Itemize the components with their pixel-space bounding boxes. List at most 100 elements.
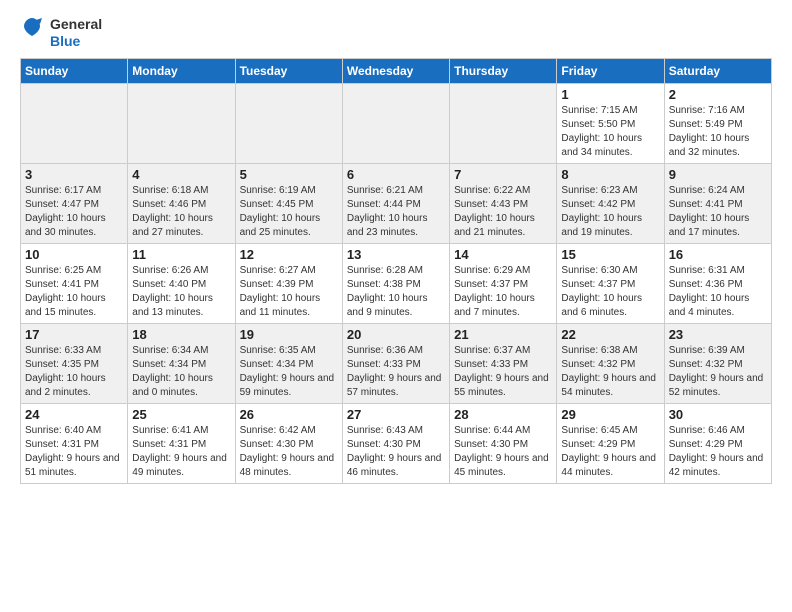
calendar-cell: 15Sunrise: 6:30 AM Sunset: 4:37 PM Dayli… <box>557 243 664 323</box>
calendar-header-row: SundayMondayTuesdayWednesdayThursdayFrid… <box>21 58 772 83</box>
day-number: 17 <box>25 327 123 342</box>
header-thursday: Thursday <box>450 58 557 83</box>
day-number: 4 <box>132 167 230 182</box>
day-number: 9 <box>669 167 767 182</box>
calendar-cell <box>450 83 557 163</box>
calendar-cell: 26 Sunrise: 6:42 AM Sunset: 4:30 PM Dayli… <box>235 403 342 483</box>
day-number: 2 <box>669 87 767 102</box>
day-number: 22 <box>561 327 659 342</box>
day-number: 19 <box>240 327 338 342</box>
day-number: 10 <box>25 247 123 262</box>
day-number: 21 <box>454 327 552 342</box>
calendar-cell: 27 Sunrise: 6:43 AM Sunset: 4:30 PM Dayli… <box>342 403 449 483</box>
header-saturday: Saturday <box>664 58 771 83</box>
day-number: 6 <box>347 167 445 182</box>
day-info: Sunrise: 6:34 AM Sunset: 4:34 PM Dayligh… <box>132 344 230 400</box>
day-number: 5 <box>240 167 338 182</box>
day-info: Sunrise: 6:45 AM Sunset: 4:29 PM Dayligh… <box>561 424 659 480</box>
calendar-cell: 1Sunrise: 7:15 AM Sunset: 5:50 PM Daylig… <box>557 83 664 163</box>
day-number: 24 <box>25 407 123 422</box>
day-info: Sunrise: 6:31 AM Sunset: 4:36 PM Dayligh… <box>669 264 767 320</box>
day-number: 25 <box>132 407 230 422</box>
day-info: Sunrise: 6:39 AM Sunset: 4:32 PM Dayligh… <box>669 344 767 400</box>
day-info: Sunrise: 6:35 AM Sunset: 4:34 PM Dayligh… <box>240 344 338 400</box>
day-number: 27 <box>347 407 445 422</box>
day-info: Sunrise: 6:36 AM Sunset: 4:33 PM Dayligh… <box>347 344 445 400</box>
logo-text-blue: Blue <box>50 33 102 50</box>
day-number: 13 <box>347 247 445 262</box>
day-info: Sunrise: 6:38 AM Sunset: 4:32 PM Dayligh… <box>561 344 659 400</box>
calendar-cell: 20 Sunrise: 6:36 AM Sunset: 4:33 PM Dayli… <box>342 323 449 403</box>
calendar-cell: 10 Sunrise: 6:25 AM Sunset: 4:41 PM Dayli… <box>21 243 128 323</box>
calendar-cell: 21 Sunrise: 6:37 AM Sunset: 4:33 PM Dayli… <box>450 323 557 403</box>
day-info: Sunrise: 6:26 AM Sunset: 4:40 PM Dayligh… <box>132 264 230 320</box>
calendar-cell: 19 Sunrise: 6:35 AM Sunset: 4:34 PM Dayli… <box>235 323 342 403</box>
calendar-cell: 5Sunrise: 6:19 AM Sunset: 4:45 PM Daylig… <box>235 163 342 243</box>
day-number: 14 <box>454 247 552 262</box>
calendar-week-1: 1Sunrise: 7:15 AM Sunset: 5:50 PM Daylig… <box>21 83 772 163</box>
page-container: General Blue SundayMondayTuesdayWednesda… <box>0 0 792 494</box>
day-number: 7 <box>454 167 552 182</box>
calendar-cell: 29Sunrise: 6:45 AM Sunset: 4:29 PM Dayli… <box>557 403 664 483</box>
day-info: Sunrise: 6:41 AM Sunset: 4:31 PM Dayligh… <box>132 424 230 480</box>
day-info: Sunrise: 6:42 AM Sunset: 4:30 PM Dayligh… <box>240 424 338 480</box>
calendar-cell: 25 Sunrise: 6:41 AM Sunset: 4:31 PM Dayli… <box>128 403 235 483</box>
calendar-week-5: 24 Sunrise: 6:40 AM Sunset: 4:31 PM Dayli… <box>21 403 772 483</box>
day-info: Sunrise: 6:22 AM Sunset: 4:43 PM Dayligh… <box>454 184 552 240</box>
calendar-week-2: 3 Sunrise: 6:17 AM Sunset: 4:47 PM Daylig… <box>21 163 772 243</box>
header-monday: Monday <box>128 58 235 83</box>
day-number: 11 <box>132 247 230 262</box>
calendar-cell: 24 Sunrise: 6:40 AM Sunset: 4:31 PM Dayli… <box>21 403 128 483</box>
calendar-cell <box>342 83 449 163</box>
day-number: 16 <box>669 247 767 262</box>
calendar-cell: 3 Sunrise: 6:17 AM Sunset: 4:47 PM Daylig… <box>21 163 128 243</box>
day-number: 26 <box>240 407 338 422</box>
day-info: Sunrise: 6:23 AM Sunset: 4:42 PM Dayligh… <box>561 184 659 240</box>
day-number: 8 <box>561 167 659 182</box>
logo-bird-icon <box>20 16 44 44</box>
calendar-cell: 11 Sunrise: 6:26 AM Sunset: 4:40 PM Dayli… <box>128 243 235 323</box>
calendar-cell <box>128 83 235 163</box>
day-info: Sunrise: 6:25 AM Sunset: 4:41 PM Dayligh… <box>25 264 123 320</box>
calendar-cell: 6 Sunrise: 6:21 AM Sunset: 4:44 PM Daylig… <box>342 163 449 243</box>
logo-text-general: General <box>50 16 102 33</box>
day-info: Sunrise: 7:15 AM Sunset: 5:50 PM Dayligh… <box>561 104 659 160</box>
calendar-cell <box>21 83 128 163</box>
day-number: 28 <box>454 407 552 422</box>
calendar-cell: 17 Sunrise: 6:33 AM Sunset: 4:35 PM Dayli… <box>21 323 128 403</box>
calendar-cell: 30Sunrise: 6:46 AM Sunset: 4:29 PM Dayli… <box>664 403 771 483</box>
logo: General Blue <box>20 16 102 50</box>
calendar-cell: 18 Sunrise: 6:34 AM Sunset: 4:34 PM Dayli… <box>128 323 235 403</box>
calendar-cell: 7 Sunrise: 6:22 AM Sunset: 4:43 PM Daylig… <box>450 163 557 243</box>
day-info: Sunrise: 6:28 AM Sunset: 4:38 PM Dayligh… <box>347 264 445 320</box>
header: General Blue <box>20 16 772 50</box>
calendar-cell: 14 Sunrise: 6:29 AM Sunset: 4:37 PM Dayli… <box>450 243 557 323</box>
day-info: Sunrise: 6:33 AM Sunset: 4:35 PM Dayligh… <box>25 344 123 400</box>
header-friday: Friday <box>557 58 664 83</box>
day-info: Sunrise: 6:21 AM Sunset: 4:44 PM Dayligh… <box>347 184 445 240</box>
day-info: Sunrise: 6:27 AM Sunset: 4:39 PM Dayligh… <box>240 264 338 320</box>
day-number: 3 <box>25 167 123 182</box>
day-number: 20 <box>347 327 445 342</box>
day-info: Sunrise: 6:24 AM Sunset: 4:41 PM Dayligh… <box>669 184 767 240</box>
calendar-week-3: 10 Sunrise: 6:25 AM Sunset: 4:41 PM Dayli… <box>21 243 772 323</box>
calendar-cell <box>235 83 342 163</box>
header-sunday: Sunday <box>21 58 128 83</box>
day-info: Sunrise: 6:18 AM Sunset: 4:46 PM Dayligh… <box>132 184 230 240</box>
calendar-week-4: 17 Sunrise: 6:33 AM Sunset: 4:35 PM Dayli… <box>21 323 772 403</box>
day-info: Sunrise: 6:40 AM Sunset: 4:31 PM Dayligh… <box>25 424 123 480</box>
day-number: 18 <box>132 327 230 342</box>
day-info: Sunrise: 6:37 AM Sunset: 4:33 PM Dayligh… <box>454 344 552 400</box>
day-info: Sunrise: 6:44 AM Sunset: 4:30 PM Dayligh… <box>454 424 552 480</box>
calendar-cell: 13 Sunrise: 6:28 AM Sunset: 4:38 PM Dayli… <box>342 243 449 323</box>
calendar-cell: 9 Sunrise: 6:24 AM Sunset: 4:41 PM Daylig… <box>664 163 771 243</box>
day-number: 12 <box>240 247 338 262</box>
day-info: Sunrise: 6:30 AM Sunset: 4:37 PM Dayligh… <box>561 264 659 320</box>
calendar-cell: 2Sunrise: 7:16 AM Sunset: 5:49 PM Daylig… <box>664 83 771 163</box>
day-info: Sunrise: 6:29 AM Sunset: 4:37 PM Dayligh… <box>454 264 552 320</box>
calendar-table: SundayMondayTuesdayWednesdayThursdayFrid… <box>20 58 772 484</box>
day-info: Sunrise: 6:17 AM Sunset: 4:47 PM Dayligh… <box>25 184 123 240</box>
calendar-cell: 4 Sunrise: 6:18 AM Sunset: 4:46 PM Daylig… <box>128 163 235 243</box>
day-info: Sunrise: 6:43 AM Sunset: 4:30 PM Dayligh… <box>347 424 445 480</box>
header-wednesday: Wednesday <box>342 58 449 83</box>
